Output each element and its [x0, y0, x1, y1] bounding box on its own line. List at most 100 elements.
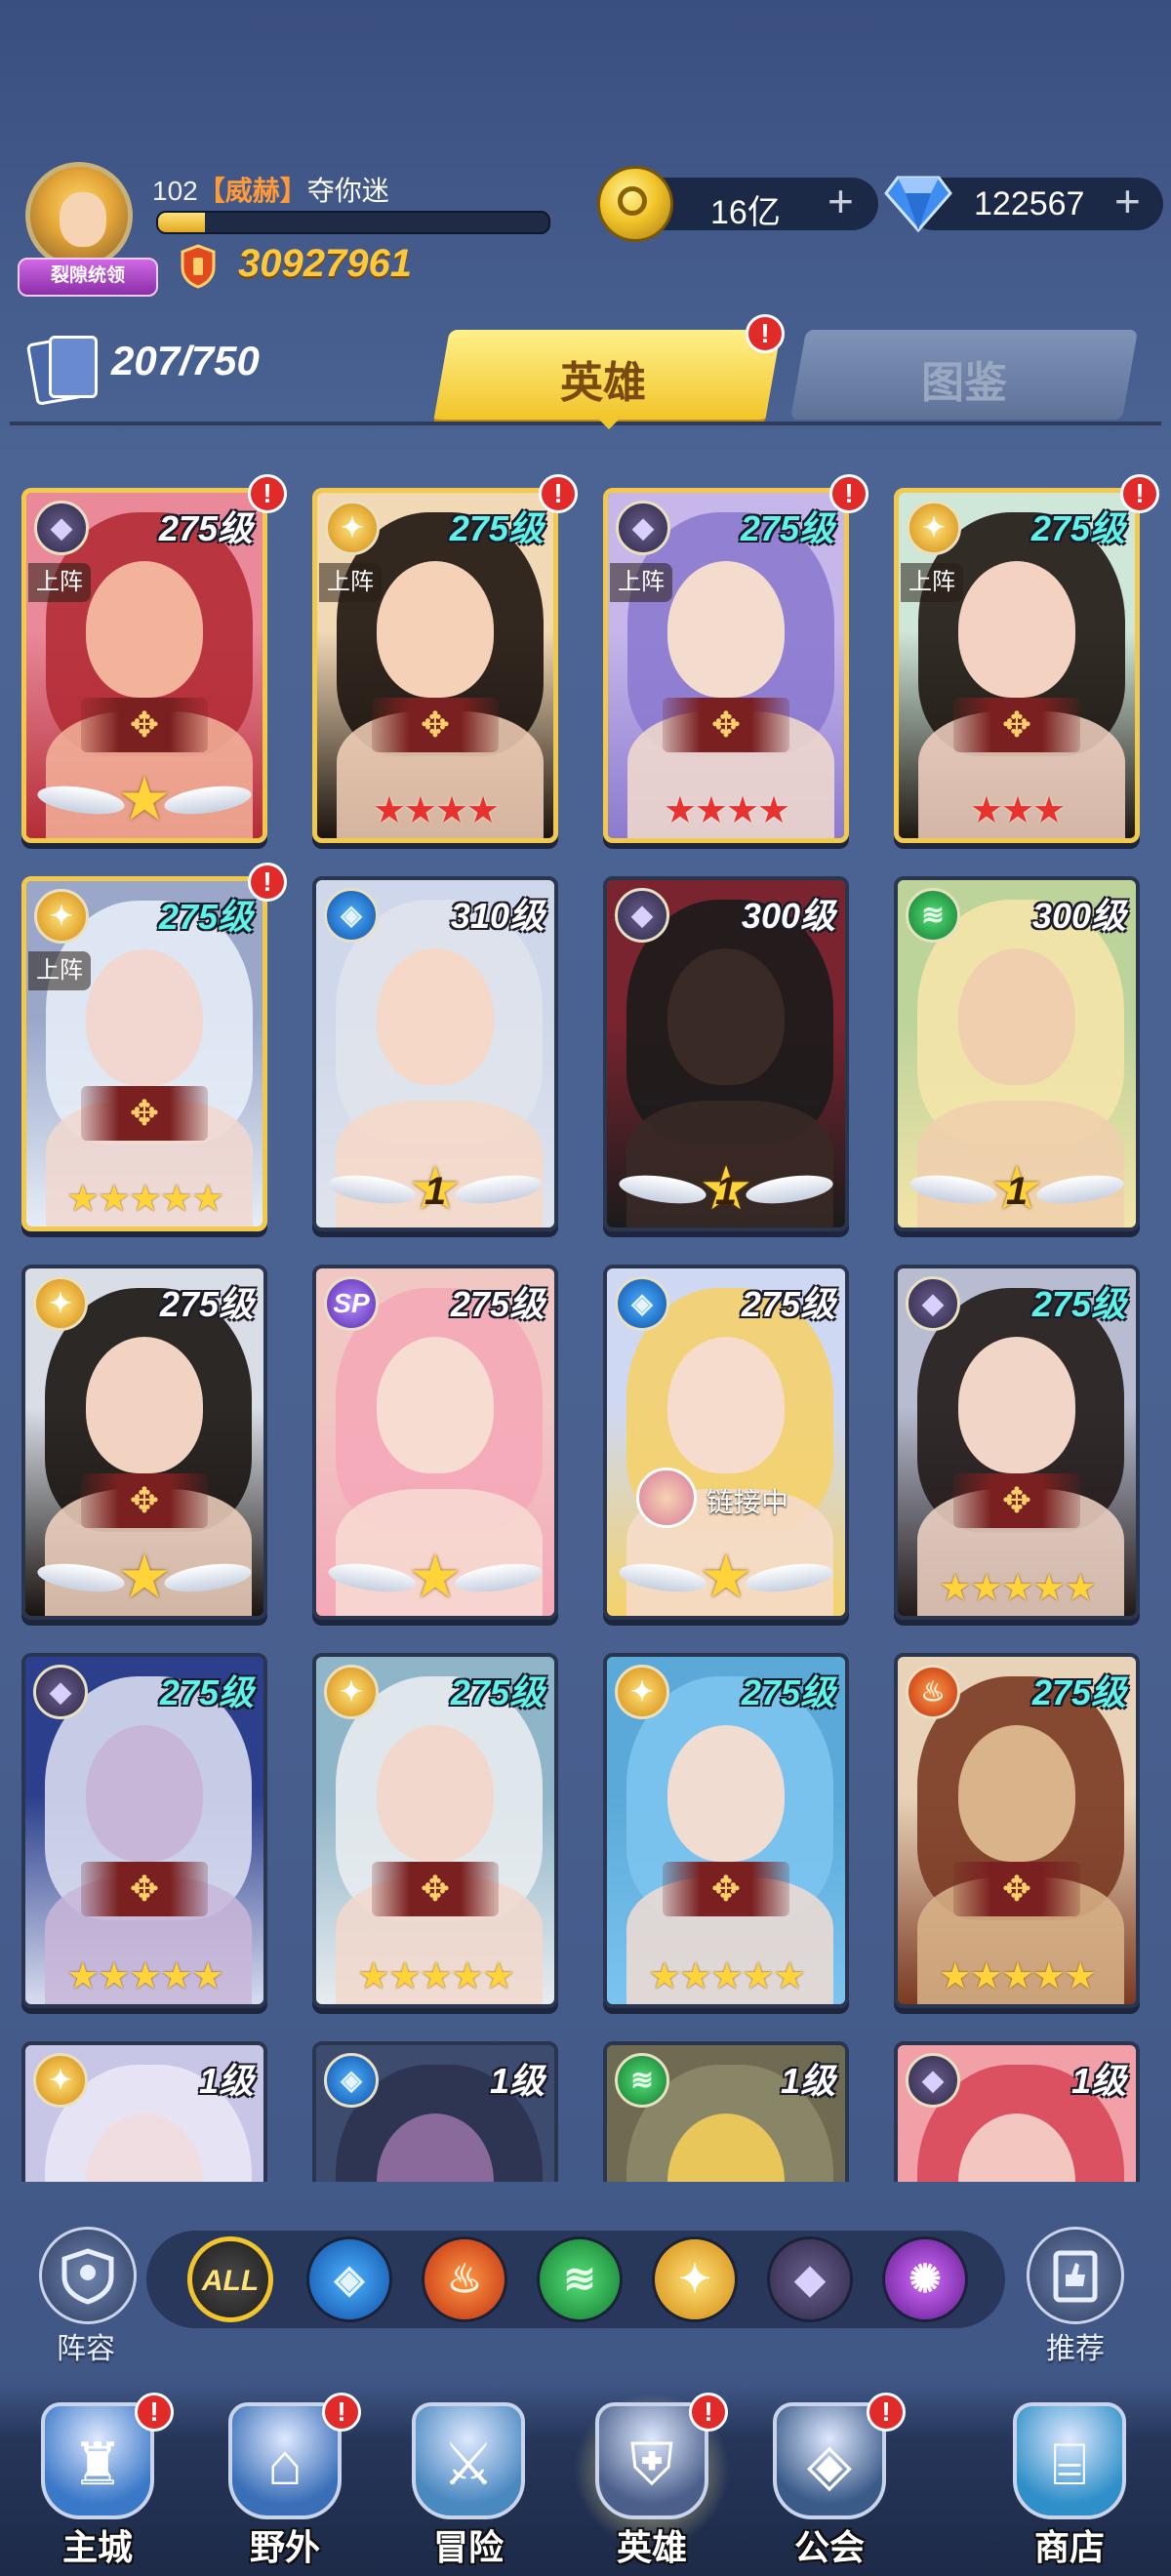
hero-card[interactable]: ◆300级✥★1: [603, 876, 849, 1231]
hero-card[interactable]: ◆ 275级 上阵 ✥ ★: [21, 488, 267, 843]
nav-4[interactable]: ◈ 公会!: [751, 2393, 908, 2568]
recommend-button[interactable]: [1027, 2227, 1124, 2324]
add-gems-button[interactable]: +: [1114, 179, 1141, 223]
hero-emblem-icon: ✥: [953, 1862, 1080, 1916]
hero-level: 275级: [741, 1284, 835, 1324]
winged-star-rank: ★ 1: [908, 1159, 1126, 1224]
hero-card[interactable]: ✦ 275级 上阵 ✥ ★★★: [894, 488, 1140, 843]
hero-card[interactable]: ≋300级✥★1: [894, 876, 1140, 1231]
deployed-tag: 上阵: [901, 563, 963, 602]
hero-count: 207/750: [111, 338, 260, 383]
filter-light-button[interactable]: ✦: [652, 2236, 738, 2322]
hero-card[interactable]: ◆ 1级: [894, 2041, 1140, 2182]
hero-card[interactable]: SP275级✥★: [312, 1265, 558, 1620]
combat-power: 30927961: [238, 242, 412, 285]
nav-label: 冒险: [432, 2527, 504, 2567]
avatar-frame: [25, 162, 133, 269]
hero-card[interactable]: ✦ 275级 上阵 ✥ ★★★★★: [21, 876, 267, 1231]
lineup-button[interactable]: [39, 2227, 137, 2324]
dark-faction-icon: ◆: [906, 2053, 960, 2108]
star-rating: ★★★★: [663, 790, 790, 831]
diamond-icon: [884, 176, 952, 233]
hero-card[interactable]: ✦ 275级 ✥ ★★★★★: [312, 1653, 558, 2008]
filter-all-button[interactable]: ALL: [187, 2236, 273, 2322]
light-faction-icon: ✦: [33, 2053, 88, 2108]
hero-level: 275级: [159, 1672, 254, 1712]
xp-bar: [156, 211, 550, 234]
hero-card[interactable]: ♨ 275级 ✥ ★★★★★: [894, 1653, 1140, 2008]
hero-card[interactable]: ◈ 1级: [312, 2041, 558, 2182]
hero-level: 1级: [780, 2061, 835, 2101]
thumbs-up-icon: [1053, 2250, 1098, 2303]
add-gold-button[interactable]: +: [828, 179, 854, 223]
hero-card[interactable]: ✦ 275级 ✥ ★★★★★: [603, 1653, 849, 2008]
light-faction-icon: ✦: [34, 889, 89, 944]
filter-water-button[interactable]: ◈: [306, 2236, 392, 2322]
water-faction-icon: ◈: [324, 2053, 379, 2108]
hero-card[interactable]: ◆ 275级 ✥ ★★★★★: [894, 1265, 1140, 1620]
hero-level: 1级: [1070, 2061, 1126, 2101]
hero-level: 275级: [159, 1284, 254, 1324]
lineup-icon: [61, 2248, 114, 2305]
dark-faction-icon: ◆: [906, 1276, 960, 1331]
filter-dark-button[interactable]: ◆: [767, 2236, 853, 2322]
nav-1[interactable]: ⌂ 野外!: [207, 2393, 363, 2568]
linked-hero-avatar: [636, 1468, 697, 1528]
hero-emblem-icon: ✥: [663, 1862, 789, 1916]
hero-card[interactable]: ◈ 275级 链接中 ★: [603, 1265, 849, 1620]
hero-level: 275级: [1030, 508, 1125, 548]
coin-icon: [597, 166, 673, 242]
player-avatar[interactable]: 裂隙统领: [18, 156, 158, 302]
light-faction-icon: ✦: [907, 501, 961, 555]
hero-emblem-icon: ✥: [953, 1473, 1080, 1528]
hero-level: 310级: [450, 896, 545, 936]
filter-chaos-button[interactable]: ✺: [882, 2236, 968, 2322]
nav-5[interactable]: ⌸ 商店: [991, 2402, 1148, 2568]
awaken-rank: 1: [424, 1170, 447, 1213]
nav-label: 主城: [61, 2527, 133, 2567]
filter-wind-button[interactable]: ≋: [537, 2236, 623, 2322]
hero-emblem-icon: ✥: [81, 1086, 208, 1141]
dark-faction-icon: ◆: [34, 501, 89, 555]
winged-star-rank: ★ 1: [617, 1159, 835, 1224]
hero-level: 275级: [449, 508, 544, 548]
hero-emblem-icon: ✥: [663, 698, 789, 752]
hero-level: 275级: [740, 508, 834, 548]
deployed-tag: 上阵: [28, 563, 91, 602]
hero-card[interactable]: ◈310级✥★1: [312, 876, 558, 1231]
exclamation-icon: !: [248, 863, 287, 902]
nav-building-icon: ⚔: [412, 2402, 525, 2519]
exclamation-icon: !: [1120, 474, 1159, 513]
light-faction-icon: ✦: [33, 1276, 88, 1331]
filter-fire-button[interactable]: ♨: [422, 2236, 507, 2322]
deployed-tag: 上阵: [28, 951, 91, 990]
tab-indicator: [597, 418, 621, 429]
avatar-face: [60, 192, 106, 247]
hero-card[interactable]: ≋ 1级: [603, 2041, 849, 2182]
star-rating: ★★★★★: [65, 1956, 224, 1997]
deployed-tag: 上阵: [610, 563, 672, 602]
linking-label: 链接中: [707, 1487, 789, 1517]
nav-3[interactable]: ⛨ 英雄!: [574, 2393, 730, 2568]
winged-star-rank: ★: [326, 1548, 545, 1612]
nav-building-icon: ⌸: [1013, 2402, 1126, 2519]
hero-card[interactable]: ✦ 1级: [21, 2041, 267, 2182]
nav-label: 英雄: [616, 2527, 687, 2567]
hero-card[interactable]: ◆ 275级 ✥ ★★★★★: [21, 1653, 267, 2008]
hero-emblem-icon: ✥: [81, 1473, 208, 1528]
hero-emblem-icon: ✥: [372, 698, 499, 752]
dark-faction-icon: ◆: [616, 501, 670, 555]
nav-2[interactable]: ⚔ 冒险: [390, 2402, 546, 2568]
recommend-label: 推荐: [1046, 2333, 1105, 2365]
nav-0[interactable]: ♜ 主城!: [20, 2393, 176, 2568]
hero-card[interactable]: ✦ 275级 上阵 ✥ ★★★★: [312, 488, 558, 843]
hero-level: 275级: [741, 1672, 835, 1712]
exclamation-icon: !: [248, 474, 287, 513]
xp-bar-fill: [158, 213, 205, 232]
tab-divider: [10, 422, 1161, 425]
hero-card[interactable]: ✦ 275级 ✥ ★: [21, 1265, 267, 1620]
hero-level: 300级: [741, 896, 835, 936]
hero-card[interactable]: ◆ 275级上阵 ✥ ★★★★: [603, 488, 849, 843]
hero-level: 300级: [1031, 896, 1126, 936]
hero-level: 275级: [1031, 1672, 1126, 1712]
